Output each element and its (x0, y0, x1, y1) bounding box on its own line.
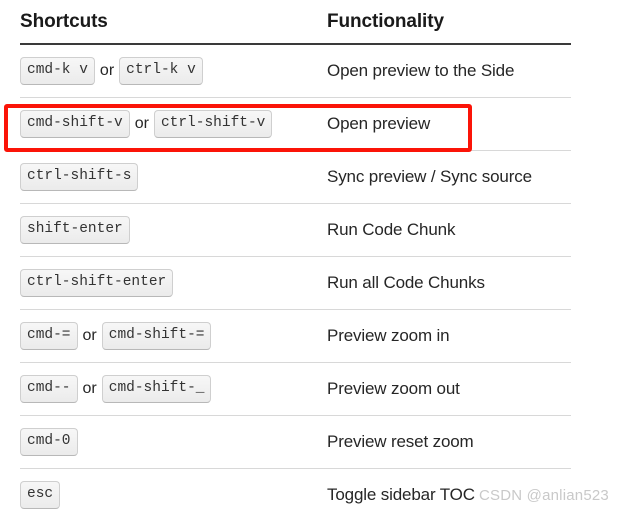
key-badge: ctrl-shift-enter (20, 269, 174, 297)
shortcut-keys-cell: cmd-- or cmd-shift-_ (20, 362, 327, 416)
or-separator: or (82, 327, 97, 344)
key-badge: ctrl-shift-s (20, 163, 139, 191)
key-badge: cmd-- (20, 375, 78, 403)
shortcut-keys-cell: ctrl-shift-enter (20, 256, 327, 310)
functionality-cell: Preview zoom out (327, 362, 571, 416)
shortcut-keys-cell: ctrl-shift-s (20, 150, 327, 204)
shortcut-keys-cell: esc (20, 468, 327, 512)
shortcuts-table: Shortcuts Functionality cmd-k v or ctrl-k … (20, 0, 571, 512)
column-header-shortcuts: Shortcuts (20, 0, 327, 45)
shortcut-keys-cell: cmd-0 (20, 415, 327, 469)
table-row: ctrl-shift-s Sync preview / Sync source (20, 150, 571, 204)
table-header: Shortcuts Functionality (20, 0, 571, 45)
key-badge: cmd-k v (20, 57, 95, 85)
table-header-row: Shortcuts Functionality (20, 0, 571, 45)
key-badge: esc (20, 481, 61, 509)
key-badge: cmd-0 (20, 428, 78, 456)
functionality-cell: Open preview to the Side (327, 44, 571, 98)
key-badge: cmd-shift-= (101, 322, 212, 350)
table-body: cmd-k v or ctrl-k v Open preview to the Sid… (20, 44, 571, 512)
functionality-cell: Sync preview / Sync source (327, 150, 571, 204)
key-badge: cmd-= (20, 322, 78, 350)
table-row: cmd-- or cmd-shift-_ Preview zoom out (20, 362, 571, 416)
table-row: cmd-k v or ctrl-k v Open preview to the Sid… (20, 44, 571, 98)
functionality-cell: Open preview (327, 97, 571, 151)
or-separator: or (82, 380, 97, 397)
shortcut-keys-cell: cmd-= or cmd-shift-= (20, 309, 327, 363)
functionality-cell: Run all Code Chunks (327, 256, 571, 310)
functionality-cell: Preview zoom in (327, 309, 571, 363)
column-header-functionality: Functionality (327, 0, 571, 45)
shortcut-keys-cell: cmd-shift-v or ctrl-shift-v (20, 97, 327, 151)
key-badge: ctrl-k v (119, 57, 203, 85)
watermark-text: CSDN @anlian523 (479, 487, 609, 504)
shortcut-keys-cell: shift-enter (20, 203, 327, 257)
functionality-cell: Preview reset zoom (327, 415, 571, 469)
table-row: ctrl-shift-enter Run all Code Chunks (20, 256, 571, 310)
shortcut-keys-cell: cmd-k v or ctrl-k v (20, 44, 327, 98)
or-separator: or (134, 115, 149, 132)
table-row: cmd-= or cmd-shift-= Preview zoom in (20, 309, 571, 363)
table-row: cmd-shift-v or ctrl-shift-v Open preview (20, 97, 571, 151)
page-root: Shortcuts Functionality cmd-k v or ctrl-k … (0, 0, 617, 512)
table-row: shift-enter Run Code Chunk (20, 203, 571, 257)
key-badge: ctrl-shift-v (153, 110, 273, 138)
key-badge: cmd-shift-v (20, 110, 130, 138)
key-badge: shift-enter (20, 216, 130, 244)
key-badge: cmd-shift-_ (101, 375, 212, 403)
table-row: cmd-0 Preview reset zoom (20, 415, 571, 469)
functionality-cell: Run Code Chunk (327, 203, 571, 257)
or-separator: or (99, 62, 115, 79)
